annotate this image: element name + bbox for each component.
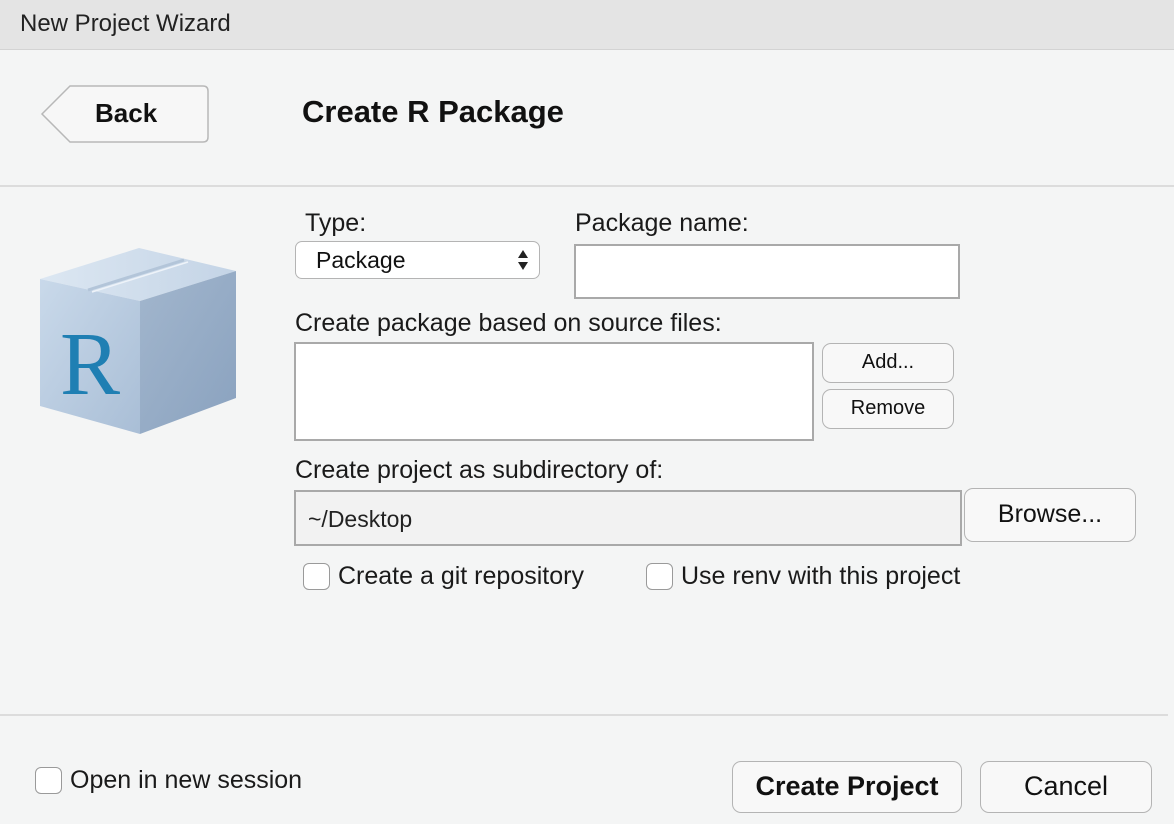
git-repository-label[interactable]: Create a git repository [338,562,584,591]
subdirectory-path-value: ~/Desktop [308,506,413,532]
subdirectory-label: Create project as subdirectory of: [295,456,664,484]
cancel-button-label: Cancel [1023,771,1109,801]
package-name-label: Package name: [575,209,749,237]
renv-checkbox[interactable] [646,563,673,590]
add-button[interactable]: Add... [822,343,954,383]
cancel-button[interactable]: Cancel [980,761,1152,813]
create-project-button[interactable]: Create Project [732,761,962,813]
remove-button-label: Remove [850,397,926,419]
page-title: Create R Package [302,94,564,129]
window-titlebar: New Project Wizard [0,0,1174,50]
wizard-header: Back Create R Package [0,50,1174,187]
renv-label[interactable]: Use renv with this project [681,562,960,591]
svg-text:R: R [60,315,120,414]
add-button-label: Add... [861,351,915,373]
window-title: New Project Wizard [20,10,231,37]
new-session-checkbox[interactable] [35,767,62,794]
new-session-label[interactable]: Open in new session [70,766,302,795]
back-button-label: Back [95,98,158,128]
source-files-label: Create package based on source files: [295,309,722,337]
footer-divider [0,714,1168,716]
package-name-input[interactable] [574,244,960,299]
git-repository-checkbox[interactable] [303,563,330,590]
browse-button-label: Browse... [997,500,1103,528]
create-project-button-label: Create Project [755,771,939,801]
type-select[interactable]: Package [295,241,540,279]
type-label: Type: [305,209,367,237]
source-files-list[interactable] [294,342,814,441]
back-button[interactable]: Back [40,85,209,143]
browse-button[interactable]: Browse... [964,488,1136,542]
type-select-value: Package [316,247,406,273]
subdirectory-path-field: ~/Desktop [294,490,962,546]
remove-button[interactable]: Remove [822,389,954,429]
up-down-arrows-icon [518,250,528,270]
r-package-box-icon: R [36,246,241,438]
